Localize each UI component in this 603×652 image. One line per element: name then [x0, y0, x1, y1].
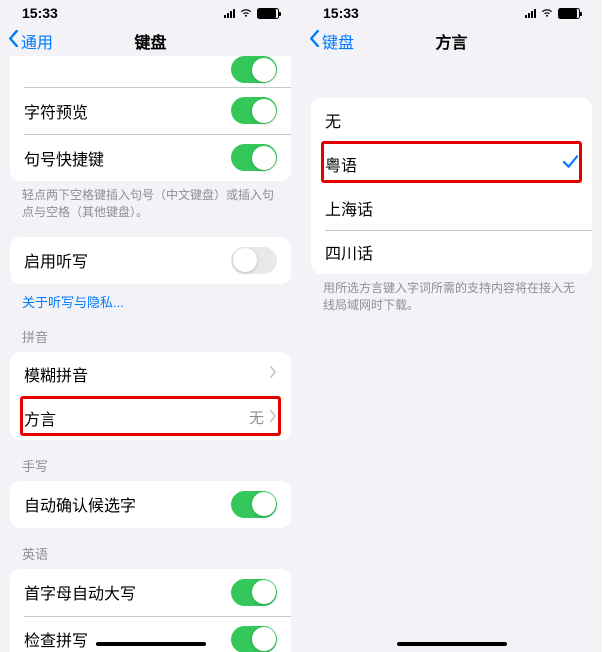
nav-bar: 通用 键盘 [0, 26, 301, 56]
toggle-dictation[interactable] [231, 247, 277, 274]
chevron-left-icon [309, 30, 320, 52]
group-pinyin: 模糊拼音 方言 无 [10, 352, 291, 440]
row-dictation[interactable]: 启用听写 [10, 237, 291, 284]
toggle-autocap[interactable] [231, 579, 277, 606]
home-indicator [397, 642, 507, 646]
content-area: 字符预览 句号快捷键 轻点两下空格键插入句号（中文键盘）或插入句点与空格（其他键… [0, 56, 301, 652]
group-dialects: 无 粤语 上海话 四川话 [311, 98, 592, 274]
chevron-left-icon [8, 30, 19, 52]
row-dialect[interactable]: 方言 无 [10, 396, 291, 440]
status-time: 15:33 [323, 5, 359, 21]
group-top: 字符预览 句号快捷键 [10, 56, 291, 181]
nav-title: 方言 [435, 29, 467, 53]
row-fuzzy-pinyin[interactable]: 模糊拼音 [10, 352, 291, 396]
nav-bar: 键盘 方言 [301, 26, 602, 56]
section-header-handwriting: 手写 [0, 440, 301, 481]
row-value: 无 [249, 407, 264, 428]
footer-text-dialect: 用所选方言键入字词所需的支持内容将在接入无线局域网时下载。 [301, 274, 602, 314]
row-dialect-cantonese[interactable]: 粤语 [311, 142, 592, 186]
nav-back-label: 键盘 [322, 29, 354, 53]
toggle-partial[interactable] [231, 56, 277, 83]
row-char-preview[interactable]: 字符预览 [10, 87, 291, 134]
row-label: 字符预览 [24, 99, 88, 123]
row-partial[interactable] [10, 56, 291, 87]
group-english: 首字母自动大写 检查拼写 输入预测 滑行键入时逐词删除 [10, 569, 291, 652]
signal-icon [525, 9, 536, 18]
row-label: 句号快捷键 [24, 146, 104, 170]
signal-icon [224, 9, 235, 18]
section-header-english: 英语 [0, 528, 301, 569]
group-handwriting: 自动确认候选字 [10, 481, 291, 528]
nav-back-label: 通用 [21, 29, 53, 53]
row-checkspell[interactable]: 检查拼写 [10, 616, 291, 652]
wifi-icon [540, 5, 554, 21]
row-autoconfirm[interactable]: 自动确认候选字 [10, 481, 291, 528]
status-icons [224, 5, 279, 21]
nav-title: 键盘 [134, 29, 166, 53]
row-label: 四川话 [325, 240, 373, 264]
status-icons [525, 5, 580, 21]
phone-left: 15:33 通用 键盘 字符预览 句号快捷键 [0, 0, 301, 652]
row-label: 自动确认候选字 [24, 492, 136, 516]
toggle-period[interactable] [231, 144, 277, 171]
section-header-pinyin: 拼音 [0, 311, 301, 352]
checkmark-icon [563, 155, 578, 174]
wifi-icon [239, 5, 253, 21]
row-autocap[interactable]: 首字母自动大写 [10, 569, 291, 616]
status-bar: 15:33 [0, 0, 301, 26]
row-label: 启用听写 [24, 248, 88, 272]
row-label: 方言 [24, 406, 56, 430]
group-dictation: 启用听写 [10, 237, 291, 284]
nav-back-button[interactable]: 通用 [8, 29, 53, 53]
chevron-right-icon [270, 365, 277, 383]
status-bar: 15:33 [301, 0, 602, 26]
row-dialect-sichuanese[interactable]: 四川话 [311, 230, 592, 274]
row-label: 无 [325, 108, 341, 132]
toggle-char-preview[interactable] [231, 97, 277, 124]
home-indicator [96, 642, 206, 646]
nav-back-button[interactable]: 键盘 [309, 29, 354, 53]
dictation-privacy-link[interactable]: 关于听写与隐私... [0, 284, 301, 311]
battery-icon [558, 8, 580, 19]
row-dialect-none[interactable]: 无 [311, 98, 592, 142]
chevron-right-icon [270, 409, 277, 427]
row-dialect-shanghainese[interactable]: 上海话 [311, 186, 592, 230]
row-label: 检查拼写 [24, 627, 88, 651]
battery-icon [257, 8, 279, 19]
row-label: 模糊拼音 [24, 362, 88, 386]
phone-right: 15:33 键盘 方言 无 粤语 上海话 [301, 0, 602, 652]
row-label: 首字母自动大写 [24, 580, 136, 604]
toggle-autoconfirm[interactable] [231, 491, 277, 518]
content-area: 无 粤语 上海话 四川话 用所选方言键入字词所需的支持内容将在接入无线局域网时下… [301, 56, 602, 652]
footer-text-period: 轻点两下空格键插入句号（中文键盘）或插入句点与空格（其他键盘）。 [0, 181, 301, 221]
status-time: 15:33 [22, 5, 58, 21]
row-label: 上海话 [325, 196, 373, 220]
row-period-shortcut[interactable]: 句号快捷键 [10, 134, 291, 181]
row-label: 粤语 [325, 152, 357, 176]
toggle-checkspell[interactable] [231, 626, 277, 652]
